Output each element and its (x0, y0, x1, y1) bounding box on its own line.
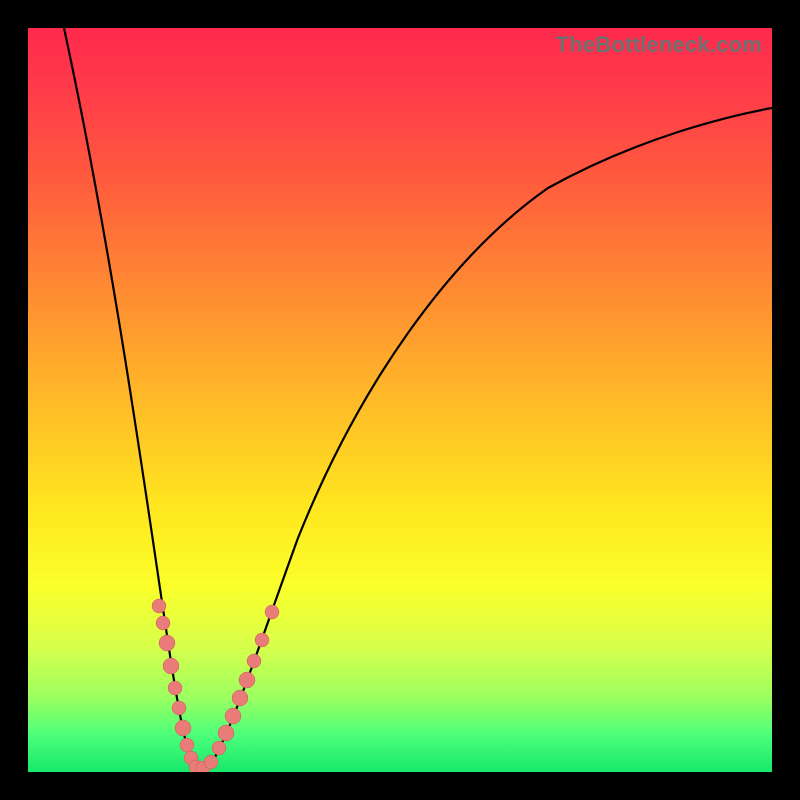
data-dot (255, 633, 269, 647)
data-dot (265, 605, 279, 619)
data-dot (232, 690, 248, 706)
data-dot (152, 599, 166, 613)
data-dot (168, 681, 182, 695)
curve-svg (28, 28, 772, 772)
data-dots (152, 599, 279, 772)
data-dot (247, 654, 261, 668)
data-dot (172, 701, 186, 715)
data-dot (159, 635, 175, 651)
data-dot (204, 755, 218, 769)
data-dot (218, 725, 234, 741)
data-dot (175, 720, 191, 736)
data-dot (156, 616, 170, 630)
plot-area: TheBottleneck.com (28, 28, 772, 772)
data-dot (163, 658, 179, 674)
data-dot (225, 708, 241, 724)
data-dot (239, 672, 255, 688)
data-dot (180, 738, 194, 752)
data-dot (212, 741, 226, 755)
chart-frame: TheBottleneck.com (0, 0, 800, 800)
